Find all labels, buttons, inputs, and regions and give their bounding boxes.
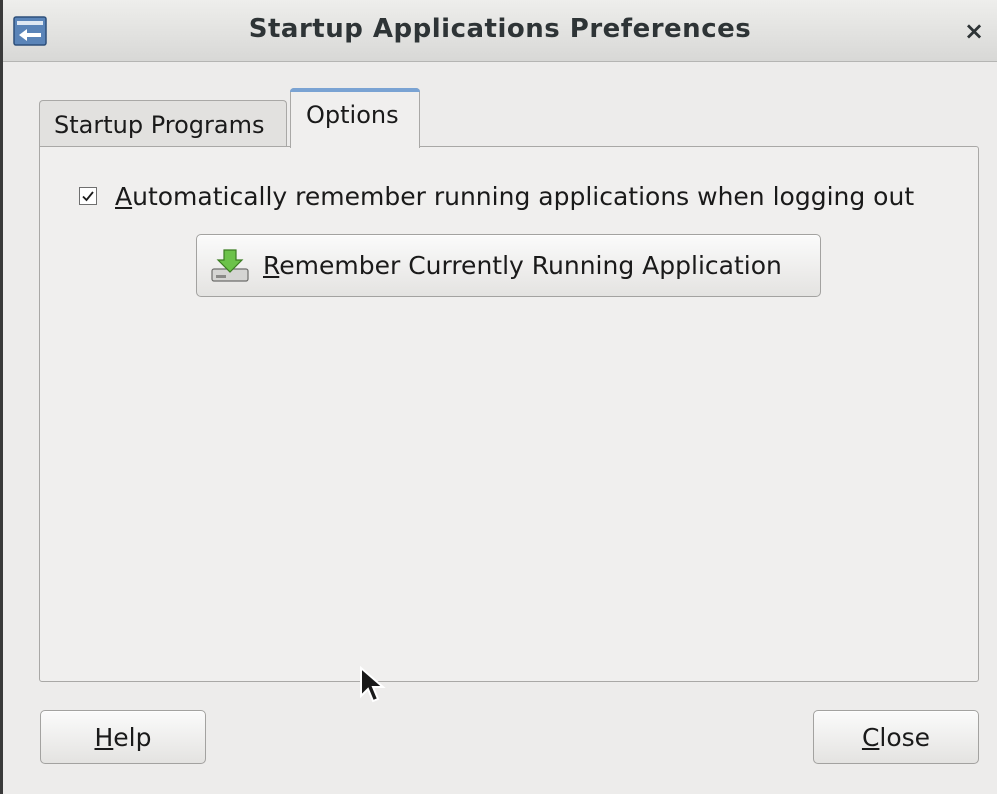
auto-remember-row[interactable]: Automatically remember running applicati… <box>79 176 914 216</box>
remember-running-application-button[interactable]: Remember Currently Running Application <box>196 234 821 297</box>
close-button-label: Close <box>861 722 931 752</box>
startup-applications-window: Startup Applications Preferences × Start… <box>0 0 997 794</box>
remember-button-label: Remember Currently Running Application <box>263 251 782 280</box>
help-button-label: Help <box>94 722 152 752</box>
auto-remember-label: Automatically remember running applicati… <box>115 181 915 211</box>
help-button[interactable]: Help <box>40 710 206 764</box>
mouse-pointer-icon <box>360 666 386 703</box>
window-title: Startup Applications Preferences <box>248 14 752 44</box>
tab-label: Options <box>306 101 399 129</box>
window-menu-icon[interactable] <box>13 16 47 46</box>
tab-label: Startup Programs <box>54 111 265 139</box>
tab-startup-programs[interactable]: Startup Programs <box>39 100 287 148</box>
close-button[interactable]: Close <box>813 710 979 764</box>
auto-remember-checkbox[interactable] <box>79 187 97 205</box>
checkmark-icon <box>82 191 94 202</box>
close-window-button[interactable]: × <box>961 18 987 44</box>
save-download-icon <box>211 248 249 282</box>
tab-options[interactable]: Options <box>290 88 420 148</box>
title-bar[interactable]: Startup Applications Preferences × <box>3 0 997 62</box>
options-panel <box>39 146 979 682</box>
